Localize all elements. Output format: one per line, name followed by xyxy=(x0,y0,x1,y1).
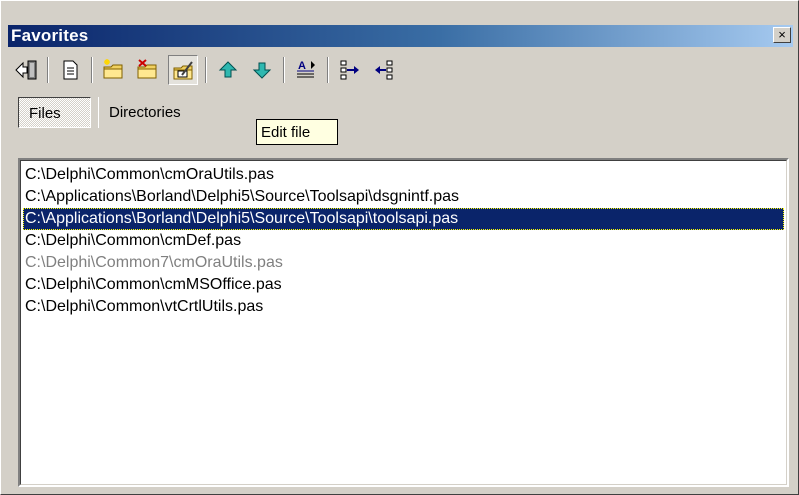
expand-icon xyxy=(340,60,359,80)
document-icon xyxy=(63,60,78,80)
list-item[interactable]: C:\Delphi\Common\cmOraUtils.pas xyxy=(23,164,784,186)
favorites-list-items: C:\Delphi\Common\cmOraUtils.pas C:\Applic… xyxy=(20,160,787,485)
tab-directories[interactable]: Directories xyxy=(98,97,258,128)
remove-folder-icon xyxy=(137,59,157,79)
tab-files[interactable]: Files xyxy=(18,97,91,128)
sort-icon: A xyxy=(297,60,315,78)
close-icon: × xyxy=(778,27,786,42)
edit-file-button[interactable] xyxy=(168,55,198,85)
add-folder-icon xyxy=(103,59,123,79)
list-item[interactable]: C:\Delphi\Common\cmDef.pas xyxy=(23,230,784,252)
list-item[interactable]: C:\Delphi\Common\cmMSOffice.pas xyxy=(23,274,784,296)
move-up-button[interactable] xyxy=(213,55,243,85)
toolbar-separator xyxy=(205,57,207,83)
exit-button[interactable] xyxy=(11,55,41,85)
move-up-icon xyxy=(218,61,238,78)
svg-text:A: A xyxy=(298,60,306,72)
list-item[interactable]: C:\Applications\Borland\Delphi5\Source\T… xyxy=(23,186,784,208)
remove-folder-button[interactable] xyxy=(133,55,163,85)
favorites-list[interactable]: C:\Delphi\Common\cmOraUtils.pas C:\Applic… xyxy=(18,158,789,487)
title-bar[interactable]: Favorites × xyxy=(8,25,793,47)
exit-icon xyxy=(15,60,37,80)
window-title: Favorites xyxy=(11,26,89,45)
list-item[interactable]: C:\Delphi\Common\vtCrtlUtils.pas xyxy=(23,296,784,318)
toolbar-separator xyxy=(91,57,93,83)
move-down-icon xyxy=(252,62,272,79)
list-item[interactable]: C:\Applications\Borland\Delphi5\Source\T… xyxy=(23,208,784,230)
favorites-window: Favorites × A Files Directories Edit fil… xyxy=(0,0,799,495)
toolbar-separator xyxy=(283,57,285,83)
expand-button[interactable] xyxy=(335,55,365,85)
collapse-icon xyxy=(375,60,393,80)
collapse-button[interactable] xyxy=(369,55,399,85)
close-button[interactable]: × xyxy=(773,27,791,43)
toolbar-separator xyxy=(327,57,329,83)
list-item[interactable]: C:\Delphi\Common7\cmOraUtils.pas xyxy=(23,252,784,274)
new-document-button[interactable] xyxy=(55,55,85,85)
edit-file-tooltip: Edit file xyxy=(256,119,338,145)
add-folder-button[interactable] xyxy=(99,55,129,85)
edit-file-icon xyxy=(173,61,193,80)
move-down-button[interactable] xyxy=(247,55,277,85)
sort-button[interactable]: A xyxy=(291,55,321,85)
tab-bar: Files Directories Edit file xyxy=(18,97,418,157)
toolbar: A xyxy=(11,55,791,89)
toolbar-separator xyxy=(47,57,49,83)
